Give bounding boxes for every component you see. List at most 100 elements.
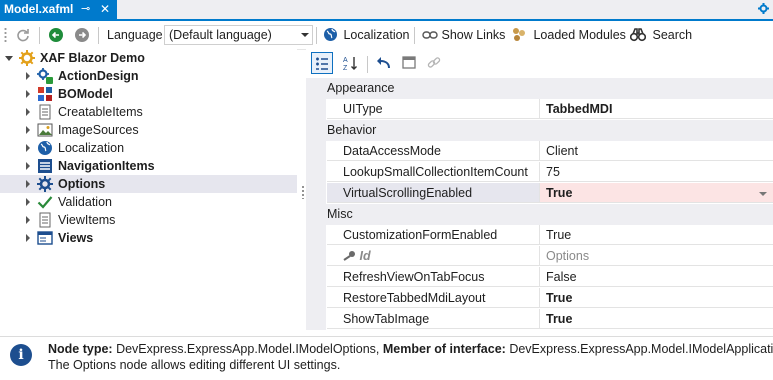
property-name-key: Id <box>327 246 540 266</box>
panel-splitter[interactable] <box>301 185 305 199</box>
tree-node-actiondesign[interactable]: ActionDesign <box>0 67 297 85</box>
refresh-button[interactable] <box>16 21 30 49</box>
property-row-refreshviewontabfocus[interactable]: RefreshViewOnTabFocus False <box>306 267 773 288</box>
chevron-down-icon[interactable] <box>759 192 767 196</box>
property-row-dataaccessmode[interactable]: DataAccessMode Client <box>306 141 773 162</box>
row-margin <box>306 141 326 162</box>
property-value[interactable]: True <box>540 309 773 329</box>
localization-button[interactable]: Localization <box>323 21 410 49</box>
property-row-lookupsmallcollectionitemcount[interactable]: LookupSmallCollectionItemCount 75 <box>306 162 773 183</box>
chevron-down-icon <box>301 33 309 37</box>
tree-node-viewitems[interactable]: ViewItems <box>0 211 297 229</box>
tree-node-validation[interactable]: Validation <box>0 193 297 211</box>
row-margin <box>306 267 326 288</box>
row-margin <box>306 288 326 309</box>
language-dropdown[interactable]: (Default language) <box>164 25 313 45</box>
window-icon <box>402 56 416 69</box>
tree-node-label: Options <box>58 177 106 191</box>
svg-text:A: A <box>343 57 348 64</box>
property-row-virtualscrollingenabled[interactable]: VirtualScrollingEnabled True <box>306 183 773 204</box>
modules-icon <box>513 27 525 41</box>
property-name: VirtualScrollingEnabled <box>327 183 540 203</box>
localization-label: Localization <box>343 28 410 42</box>
model-tree[interactable]: XAF Blazor Demo ActionDesign BOModel Cre… <box>0 49 297 378</box>
tab-model-xafml[interactable]: Model.xafml ⊸ ✕ <box>0 0 117 19</box>
document-tab-strip: Model.xafml ⊸ ✕ <box>0 0 773 21</box>
property-row-customizationformenabled[interactable]: CustomizationFormEnabled True <box>306 225 773 246</box>
property-value[interactable]: False <box>540 267 773 287</box>
reset-value-button[interactable] <box>372 52 394 74</box>
category-appearance[interactable]: Appearance <box>306 78 773 99</box>
property-row-showtabimage[interactable]: ShowTabImage True <box>306 309 773 330</box>
property-row-uitype[interactable]: UIType TabbedMDI <box>306 99 773 120</box>
tree-node-creatableitems[interactable]: CreatableItems <box>0 103 297 121</box>
expand-arrow-icon[interactable] <box>26 198 30 206</box>
property-name: RefreshViewOnTabFocus <box>327 267 540 287</box>
expand-arrow-icon[interactable] <box>26 108 30 116</box>
tree-node-bomodel[interactable]: BOModel <box>0 85 297 103</box>
toolbar-separator <box>39 27 40 44</box>
property-value: Options <box>540 246 773 266</box>
property-row-id[interactable]: Id Options <box>306 246 773 267</box>
window-icon <box>37 231 53 245</box>
alphabetical-sort-button[interactable]: AZ <box>339 52 361 74</box>
expand-arrow-icon[interactable] <box>5 56 13 61</box>
categorized-icon <box>316 57 328 70</box>
categorized-view-button[interactable] <box>311 52 333 74</box>
tree-node-navigationitems[interactable]: NavigationItems <box>0 157 297 175</box>
row-margin <box>306 246 326 267</box>
property-grid: AZ Appearance UIType TabbedMDI Behavior … <box>306 49 773 336</box>
tree-node-label: ViewItems <box>58 213 116 227</box>
node-type-value: DevExpress.ExpressApp.Model.IModelOption… <box>116 342 380 356</box>
property-value: True <box>546 186 573 200</box>
tree-node-imagesources[interactable]: ImageSources <box>0 121 297 139</box>
tree-node-options[interactable]: Options <box>0 175 297 193</box>
search-label: Search <box>652 28 693 42</box>
property-row-restoretabbedmdilayout[interactable]: RestoreTabbedMdiLayout True <box>306 288 773 309</box>
tree-node-root[interactable]: XAF Blazor Demo <box>0 49 297 67</box>
expand-arrow-icon[interactable] <box>26 180 30 188</box>
toolbar-grip[interactable] <box>4 27 7 43</box>
row-margin <box>306 162 326 183</box>
property-value-dropdown[interactable]: True <box>540 183 773 203</box>
category-label: Misc <box>327 207 353 221</box>
tree-node-label: NavigationItems <box>58 159 155 173</box>
category-misc[interactable]: Misc <box>306 204 773 225</box>
pin-icon[interactable]: ⊸ <box>81 0 90 19</box>
property-value[interactable]: Client <box>540 141 773 161</box>
navigate-to-node-button[interactable] <box>398 52 420 74</box>
property-value[interactable]: True <box>540 225 773 245</box>
expand-arrow-icon[interactable] <box>26 126 30 134</box>
link-button[interactable] <box>423 52 445 74</box>
property-value[interactable]: True <box>540 288 773 308</box>
gear-icon <box>19 50 35 66</box>
tab-title: Model.xafml <box>4 2 74 16</box>
property-name: RestoreTabbedMdiLayout <box>327 288 540 308</box>
close-icon[interactable]: ✕ <box>100 0 110 19</box>
expand-arrow-icon[interactable] <box>26 234 30 242</box>
node-description: The Options node allows editing differen… <box>48 358 341 372</box>
tree-node-label: Views <box>58 231 94 245</box>
expand-arrow-icon[interactable] <box>26 144 30 152</box>
node-type-line: Node type: DevExpress.ExpressApp.Model.I… <box>48 342 773 356</box>
back-button[interactable] <box>49 21 63 49</box>
forward-arrow-icon <box>75 27 89 42</box>
forward-button[interactable] <box>75 21 89 49</box>
property-value[interactable]: 75 <box>540 162 773 182</box>
search-button[interactable]: Search <box>629 21 693 49</box>
show-links-button[interactable]: Show Links <box>422 21 505 49</box>
category-behavior[interactable]: Behavior <box>306 120 773 141</box>
tree-node-label: Validation <box>58 195 112 209</box>
property-grid-toolbar: AZ <box>306 49 773 78</box>
loaded-modules-button[interactable]: Loaded Modules <box>511 21 626 49</box>
expand-arrow-icon[interactable] <box>26 216 30 224</box>
expand-arrow-icon[interactable] <box>26 162 30 170</box>
property-value[interactable]: TabbedMDI <box>540 99 773 119</box>
category-label: Appearance <box>327 81 395 95</box>
tree-node-views[interactable]: Views <box>0 229 297 247</box>
expand-arrow-icon[interactable] <box>26 90 30 98</box>
language-value: (Default language) <box>169 28 272 42</box>
expand-arrow-icon[interactable] <box>26 72 30 80</box>
tab-list-dropdown-icon[interactable] <box>758 3 769 14</box>
tree-node-localization[interactable]: Localization <box>0 139 297 157</box>
